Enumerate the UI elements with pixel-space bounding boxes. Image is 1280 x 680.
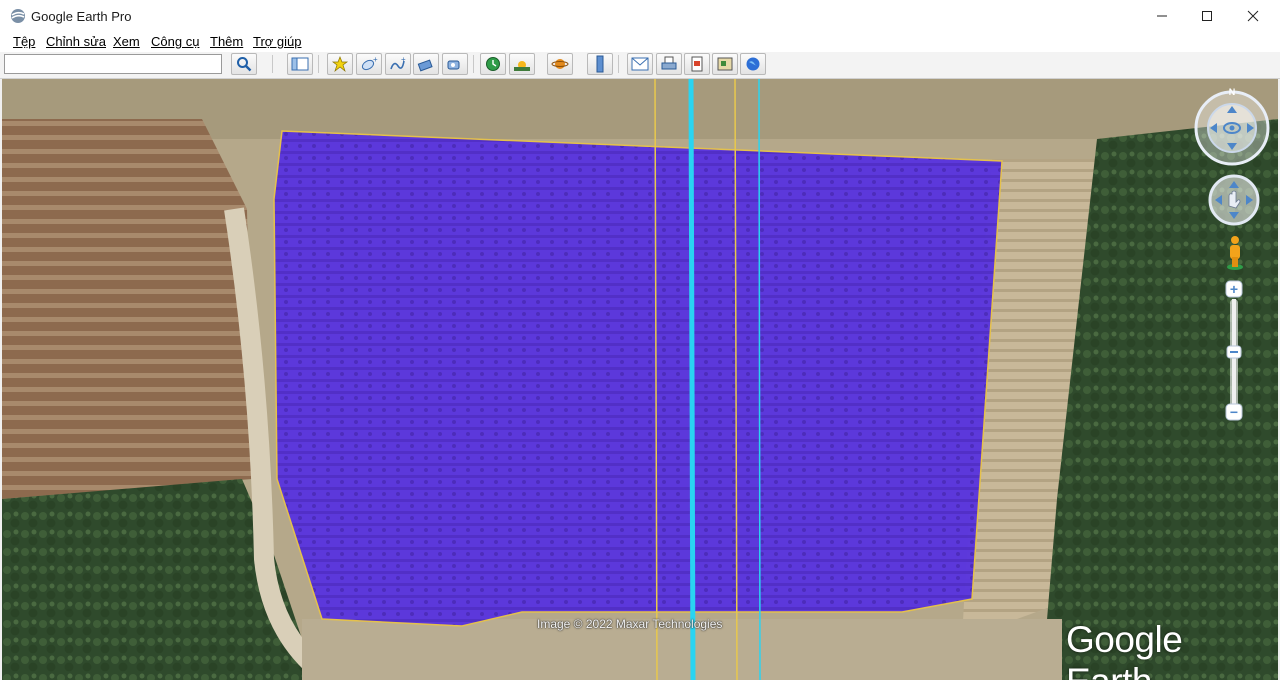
print-button[interactable] [656,53,682,75]
print-icon [661,56,677,70]
zoom-in-button[interactable]: + [1225,280,1243,298]
svg-text:+: + [1230,281,1238,297]
search-input[interactable] [4,54,222,74]
save-image-icon [691,56,703,72]
menu-add[interactable]: Thêm [210,34,243,49]
tour-icon [447,60,460,70]
toolbar-separator [473,55,474,73]
image-overlay-icon [417,59,433,72]
toolbar-separator [272,55,273,73]
navigation-controls: N + − [1194,87,1270,421]
add-path-button[interactable]: + [385,53,411,75]
menu-bar: Tệp Chỉnh sửa Xem Công cụ Thêm Trợ giúp [0,32,1280,52]
toolbar: + + [0,52,1280,79]
toolbar-separator [318,55,319,73]
minimize-icon [1157,15,1167,17]
save-image-button[interactable] [684,53,710,75]
path-icon: + [390,56,406,70]
cyan-line-thin[interactable] [758,79,761,680]
email-icon [631,57,649,71]
ruler-button[interactable] [587,53,613,75]
historical-imagery-button[interactable] [480,53,506,75]
menu-edit[interactable]: Chỉnh sửa [46,34,106,49]
look-joystick-icon[interactable] [1194,90,1270,166]
sunlight-icon [514,61,530,71]
toolbar-separator [618,55,619,73]
close-icon [1247,10,1259,22]
view-in-maps-icon [717,57,733,71]
earth-gallery-button[interactable] [740,53,766,75]
planets-icon [551,59,569,69]
add-placemark-button[interactable] [327,53,353,75]
placemark-icon [331,56,349,72]
ruler-icon [596,55,604,73]
sunlight-button[interactable] [509,53,535,75]
svg-text:−: − [1230,404,1238,420]
planets-button[interactable] [547,53,573,75]
compass-north-label: N [1229,87,1236,97]
move-joystick-icon[interactable] [1208,174,1260,226]
add-polygon-button[interactable]: + [356,53,382,75]
svg-text:+: + [401,56,406,64]
window-title: Google Earth Pro [31,9,132,24]
sidebar-toggle-button[interactable] [287,53,313,75]
record-tour-button[interactable] [442,53,468,75]
earth-gallery-icon [746,57,760,71]
google-earth-watermark: Google Earth [1066,619,1183,680]
title-bar: Google Earth Pro [0,0,1280,32]
menu-help[interactable]: Trợ giúp [253,34,302,49]
google-earth-app-icon [11,9,25,23]
zoom-slider-icon [1230,299,1238,419]
street-view-pegman-icon[interactable] [1227,236,1243,270]
map-viewport[interactable]: Image © 2022 Maxar Technologies Google E… [2,79,1278,680]
cyan-line-thick[interactable] [688,79,696,680]
polygon-icon: + [361,56,378,71]
close-button[interactable] [1230,0,1276,32]
search-button[interactable] [231,53,257,75]
search-icon [237,57,252,72]
menu-file[interactable]: Tệp [13,34,35,49]
menu-tools[interactable]: Công cụ [151,34,199,49]
sidebar-icon [291,57,309,71]
zoom-out-button[interactable]: − [1225,403,1243,421]
svg-text:+: + [373,56,378,64]
satellite-imagery [2,79,1278,680]
add-image-overlay-button[interactable] [413,53,439,75]
email-button[interactable] [627,53,653,75]
maximize-button[interactable] [1184,0,1230,32]
polygon-overlay[interactable] [273,130,1003,627]
view-in-maps-button[interactable] [712,53,738,75]
imagery-attribution: Image © 2022 Maxar Technologies [537,617,723,631]
maximize-icon [1202,11,1212,21]
menu-view[interactable]: Xem [113,34,140,49]
minimize-button[interactable] [1139,0,1185,32]
zoom-level-handle[interactable] [1226,345,1242,359]
historical-imagery-icon [486,57,500,71]
